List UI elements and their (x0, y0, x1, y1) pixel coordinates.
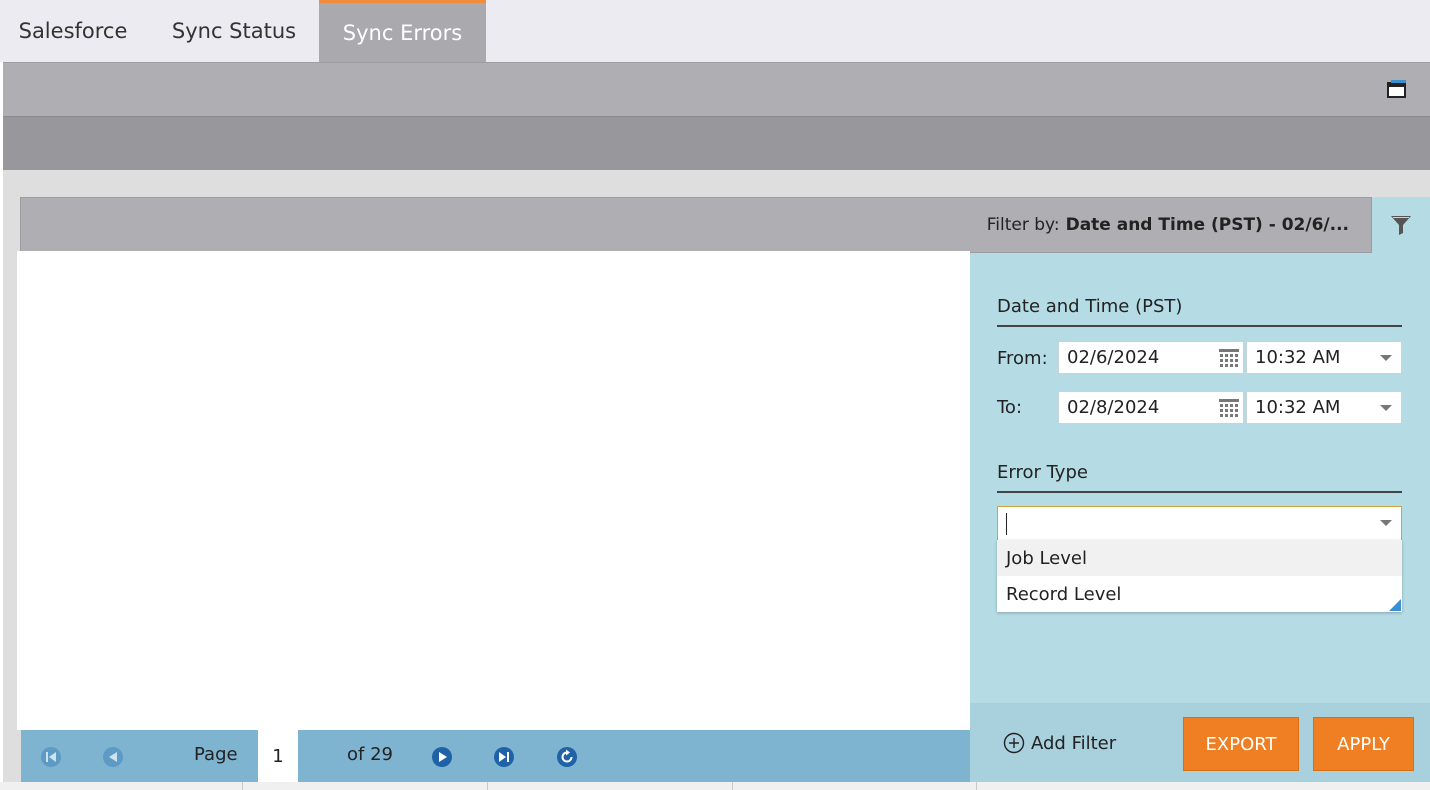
results-grid (17, 251, 970, 730)
to-label: To: (997, 397, 1023, 418)
dropdown-option-record-level[interactable]: Record Level (997, 576, 1402, 612)
from-time-value: 10:32 AM (1255, 347, 1341, 368)
chevron-down-icon[interactable] (1380, 405, 1392, 411)
to-date-value: 02/8/2024 (1067, 397, 1160, 418)
to-date-field[interactable]: 02/8/2024 (1058, 391, 1244, 424)
divider (976, 782, 977, 790)
from-date-value: 02/6/2024 (1067, 347, 1160, 368)
date-section-title: Date and Time (PST) (997, 296, 1183, 317)
error-type-rule (997, 491, 1402, 493)
calendar-icon[interactable] (1219, 349, 1239, 367)
sub-toolbar (3, 116, 1430, 170)
calendar-icon[interactable] (1219, 399, 1239, 417)
from-time-select[interactable]: 10:32 AM (1246, 341, 1402, 374)
text-cursor (1006, 513, 1007, 535)
apply-button[interactable]: APPLY (1313, 717, 1414, 771)
page-label: Page (194, 744, 238, 765)
page: Salesforce Sync Status Sync Errors Filte… (0, 0, 1430, 790)
tab-salesforce[interactable]: Salesforce (0, 0, 146, 62)
filter-prefix: Filter by: (986, 215, 1060, 235)
divider (732, 782, 733, 790)
date-section-rule (997, 325, 1402, 327)
prev-page-icon[interactable] (102, 746, 124, 768)
filter-toggle-button[interactable] (1372, 197, 1430, 253)
add-circle-icon (1003, 732, 1025, 754)
page-number-input[interactable]: 1 (258, 730, 298, 782)
first-page-icon[interactable] (40, 746, 62, 768)
dropdown-option-job-level[interactable]: Job Level (997, 540, 1402, 576)
next-page-icon[interactable] (431, 746, 453, 768)
filter-panel: Date and Time (PST) From: 02/6/2024 10:3… (970, 253, 1430, 703)
filter-panel-footer: Add Filter EXPORT APPLY (970, 703, 1430, 782)
add-filter-label: Add Filter (1031, 732, 1117, 754)
chevron-down-icon[interactable] (1380, 520, 1392, 526)
tab-sync-status[interactable]: Sync Status (150, 0, 318, 62)
funnel-icon (1391, 216, 1411, 235)
filter-summary-bar[interactable]: Filter by: Date and Time (PST) - 02/6/..… (20, 197, 1372, 253)
tab-sync-errors[interactable]: Sync Errors (319, 0, 486, 62)
window-icon[interactable] (1387, 80, 1407, 99)
refresh-icon[interactable] (556, 746, 578, 768)
chevron-down-icon[interactable] (1380, 355, 1392, 361)
page-total-label: of 29 (347, 744, 393, 765)
add-filter-button[interactable]: Add Filter (1003, 732, 1116, 754)
from-label: From: (997, 348, 1048, 369)
error-type-combobox[interactable] (997, 506, 1402, 541)
divider (242, 782, 243, 790)
to-time-select[interactable]: 10:32 AM (1246, 391, 1402, 424)
error-type-dropdown: Job Level Record Level (997, 540, 1402, 612)
pager: Page 1 of 29 (21, 730, 970, 782)
to-time-value: 10:32 AM (1255, 397, 1341, 418)
from-date-field[interactable]: 02/6/2024 (1058, 341, 1244, 374)
toolbar (3, 62, 1430, 116)
tab-bar: Salesforce Sync Status Sync Errors (0, 0, 1430, 62)
bottom-strip (0, 782, 1430, 790)
export-button[interactable]: EXPORT (1183, 717, 1299, 771)
divider (487, 782, 488, 790)
error-type-title: Error Type (997, 462, 1088, 483)
filter-value: Date and Time (PST) - 02/6/... (1065, 215, 1349, 235)
resize-handle-icon[interactable] (1389, 599, 1401, 611)
last-page-icon[interactable] (493, 746, 515, 768)
